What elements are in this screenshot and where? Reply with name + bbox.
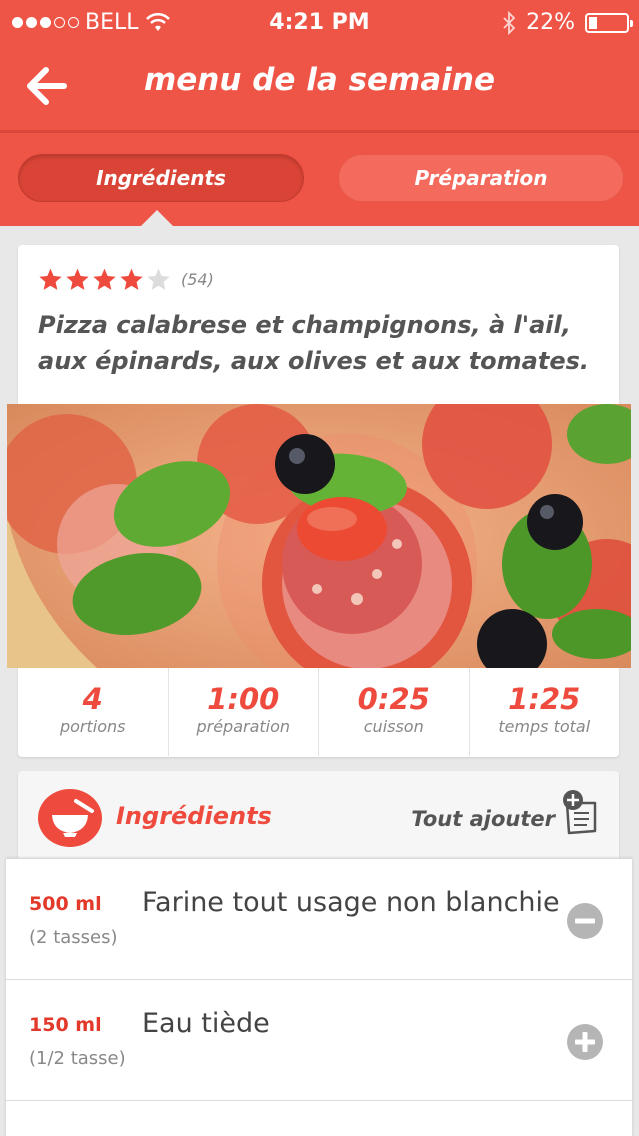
star-filled-icon <box>39 268 62 290</box>
review-count: (54) <box>181 270 214 289</box>
ingredient-qty: 500 ml <box>29 893 102 915</box>
star-filled-icon <box>93 268 116 290</box>
divider <box>0 130 639 133</box>
stat-value: 1:00 <box>207 682 280 716</box>
battery-percent: 22% <box>526 10 575 35</box>
ingredient-name: Farine tout usage non blanchie <box>142 887 560 918</box>
bowl-icon <box>38 789 102 847</box>
star-filled-icon <box>66 268 89 290</box>
list-item: 500 ml (2 tasses) Farine tout usage non … <box>6 859 632 980</box>
list-item: 150 ml (1/2 tasse) Eau tiède <box>6 980 632 1101</box>
stat-label: temps total <box>498 717 591 736</box>
stat-value: 4 <box>82 682 103 716</box>
stat-total-time: 1:25 temps total <box>470 668 620 756</box>
rating[interactable]: (54) <box>38 267 214 292</box>
ingredient-name: Eau tiède <box>142 1008 270 1039</box>
page-title: menu de la semaine <box>143 62 496 98</box>
status-right: 22% <box>502 10 633 35</box>
ingredient-alt-qty: (2 tasses) <box>29 927 118 948</box>
ingredients-list: 500 ml (2 tasses) Farine tout usage non … <box>6 858 632 1136</box>
stat-label: préparation <box>196 717 291 736</box>
tab-preparation[interactable]: Préparation <box>338 154 624 202</box>
navigation-bar: menu de la semaine <box>0 48 639 130</box>
recipe-title: Pizza calabrese et champignons, à l'ail,… <box>38 311 590 375</box>
ingredients-header: Ingrédients Tout ajouter <box>18 771 619 859</box>
add-to-list-icon[interactable] <box>561 789 603 837</box>
tab-ingredients[interactable]: Ingrédients <box>18 154 304 202</box>
ingredient-qty: 150 ml <box>29 1014 102 1036</box>
recipe-stats: 4 portions 1:00 préparation 0:25 cuisson… <box>18 668 619 756</box>
stat-value: 1:25 <box>508 682 581 716</box>
status-bar: BELL 4:21 PM 22% <box>0 0 639 48</box>
stat-cooking: 0:25 cuisson <box>319 668 470 756</box>
ingredients-title: Ingrédients <box>116 802 272 830</box>
stat-portions: 4 portions <box>18 668 169 756</box>
plus-circle-icon[interactable] <box>566 1023 604 1061</box>
star-empty-icon <box>147 268 170 290</box>
stat-label: cuisson <box>363 717 424 736</box>
battery-nub <box>630 19 633 27</box>
stat-preparation: 1:00 préparation <box>169 668 319 756</box>
ingredient-alt-qty: (1/2 tasse) <box>29 1048 126 1069</box>
tab-pointer <box>141 210 173 226</box>
battery-icon <box>585 12 633 33</box>
minus-circle-icon[interactable] <box>566 902 604 940</box>
bluetooth-icon <box>503 10 516 35</box>
stat-label: portions <box>59 717 126 736</box>
recipe-photo <box>7 404 631 668</box>
pizza-image <box>7 404 631 668</box>
add-all-button[interactable]: Tout ajouter <box>411 807 555 831</box>
battery-fill <box>589 16 597 29</box>
header: BELL 4:21 PM 22% menu de la semaine Ingr… <box>0 0 639 226</box>
star-filled-icon <box>120 268 143 290</box>
stat-value: 0:25 <box>357 682 430 716</box>
